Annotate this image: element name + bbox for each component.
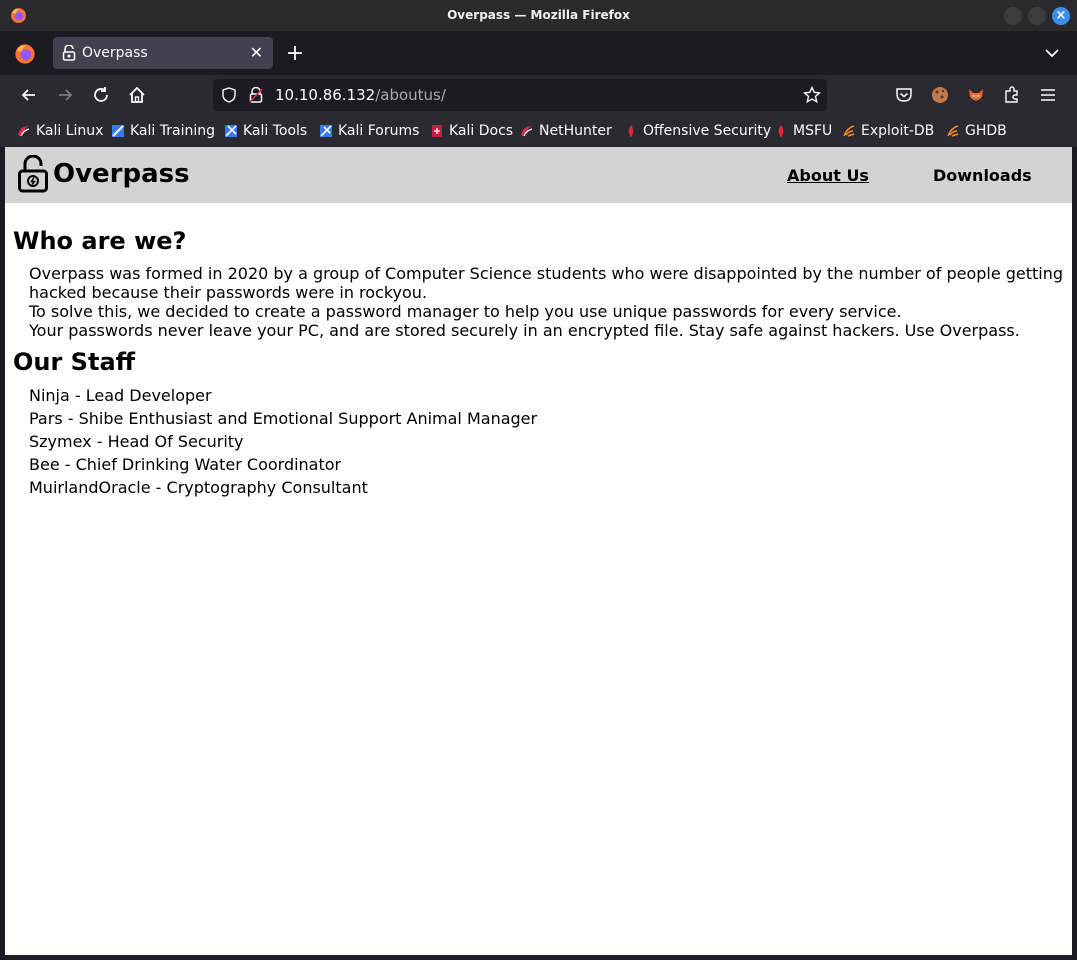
navigation-toolbar: 10.10.86.132/aboutus/	[0, 75, 1077, 115]
bookmark-item[interactable]: NetHunter	[520, 122, 612, 140]
offsec-icon	[774, 124, 788, 138]
foxyproxy-icon[interactable]	[966, 85, 986, 105]
staff-member: MuirlandOracle - Cryptography Consultant	[29, 478, 368, 497]
our-staff-heading: Our Staff	[13, 348, 136, 376]
offsec-icon	[624, 124, 638, 138]
pocket-icon[interactable]	[894, 85, 914, 105]
shield-icon[interactable]	[221, 87, 237, 103]
window-border-bottom	[0, 955, 1077, 960]
forward-arrow-icon[interactable]	[54, 84, 76, 106]
who-are-we-heading: Who are we?	[13, 227, 187, 255]
who-paragraph-2: To solve this, we decided to create a pa…	[29, 302, 902, 321]
window-border-right	[1072, 147, 1077, 960]
bookmark-item[interactable]: Kali Tools	[224, 122, 307, 140]
bookmarks-toolbar: Kali Linux Kali Training Kali Tools Kali Fo…	[0, 115, 1077, 147]
staff-list: Ninja - Lead Developer Pars - Shibe Enth…	[29, 384, 537, 499]
bookmark-item[interactable]: Kali Forums	[319, 122, 419, 140]
who-paragraph-1: Overpass was formed in 2020 by a group o…	[29, 264, 1064, 302]
cookie-editor-icon[interactable]	[930, 85, 950, 105]
padlock-favicon-icon	[62, 45, 76, 61]
close-tab-icon[interactable]: ✕	[250, 43, 263, 62]
bookmark-item[interactable]: Kali Training	[111, 122, 215, 140]
bookmark-label: NetHunter	[539, 123, 612, 139]
bookmark-label: Exploit-DB	[861, 123, 935, 139]
bookmark-label: Kali Forums	[338, 123, 420, 139]
title-bar: Overpass — Mozilla Firefox ×	[0, 0, 1077, 31]
firefox-view-icon[interactable]	[14, 43, 36, 65]
tab-overpass[interactable]: Overpass ✕	[53, 37, 273, 69]
minimize-button[interactable]	[1004, 7, 1022, 25]
site-title: Overpass	[53, 159, 190, 189]
kali-dragon-icon	[17, 124, 31, 138]
window-border-left	[0, 147, 5, 960]
who-paragraph-3: Your passwords never leave your PC, and …	[29, 321, 1020, 340]
new-tab-button[interactable]: +	[285, 41, 305, 66]
bookmark-item[interactable]: Kali Docs	[430, 122, 513, 140]
bookmark-item[interactable]: Exploit-DB	[842, 122, 934, 140]
hamburger-menu-icon[interactable]	[1038, 85, 1058, 105]
bookmark-label: MSFU	[793, 123, 833, 139]
staff-member: Szymex - Head Of Security	[29, 432, 244, 451]
exploitdb-icon	[842, 124, 856, 138]
url-host: 10.10.86.132	[275, 86, 376, 104]
kali-forums-icon	[319, 124, 333, 138]
bookmark-item[interactable]: MSFU	[774, 122, 832, 140]
bookmark-item[interactable]: Kali Linux	[17, 122, 103, 140]
site-header: Overpass About Us Downloads	[5, 147, 1072, 203]
padlock-logo-icon	[18, 155, 48, 193]
close-window-button[interactable]: ×	[1052, 7, 1070, 25]
reload-icon[interactable]	[90, 84, 112, 106]
staff-member: Bee - Chief Drinking Water Coordinator	[29, 455, 342, 474]
tab-strip: Overpass ✕ +	[0, 31, 1077, 75]
kali-tools-icon	[224, 124, 238, 138]
staff-member: Pars - Shibe Enthusiast and Emotional Su…	[29, 409, 538, 428]
staff-member: Ninja - Lead Developer	[29, 386, 212, 405]
browser-window: Overpass — Mozilla Firefox × Overpass ✕ …	[0, 0, 1077, 960]
maximize-button[interactable]	[1028, 7, 1046, 25]
address-bar[interactable]: 10.10.86.132/aboutus/	[213, 79, 827, 111]
bookmark-label: GHDB	[965, 123, 1007, 139]
bookmark-label: Offensive Security	[643, 123, 772, 139]
kali-docs-icon	[430, 124, 444, 138]
tab-label: Overpass	[82, 45, 148, 61]
url-path: /aboutus/	[375, 86, 446, 104]
bookmark-item[interactable]: GHDB	[946, 122, 1007, 140]
about-us-link[interactable]: About Us	[787, 166, 869, 185]
back-arrow-icon[interactable]	[18, 84, 40, 106]
bookmark-star-icon[interactable]	[803, 86, 821, 104]
page-content: Overpass About Us Downloads Who are we? …	[5, 147, 1072, 955]
bookmark-label: Kali Tools	[243, 123, 308, 139]
bookmark-label: Kali Linux	[36, 123, 104, 139]
home-icon[interactable]	[126, 84, 148, 106]
kali-training-icon	[111, 124, 125, 138]
bookmark-item[interactable]: Offensive Security	[624, 122, 771, 140]
exploitdb-icon	[946, 124, 960, 138]
downloads-link[interactable]: Downloads	[933, 166, 1032, 185]
kali-dragon-icon	[520, 124, 534, 138]
insecure-lock-icon[interactable]	[249, 87, 263, 103]
window-title: Overpass — Mozilla Firefox	[447, 8, 630, 22]
chevron-down-icon[interactable]	[1042, 43, 1062, 63]
bookmark-label: Kali Docs	[449, 123, 514, 139]
extensions-puzzle-icon[interactable]	[1002, 85, 1022, 105]
bookmark-label: Kali Training	[130, 123, 215, 139]
url-text[interactable]: 10.10.86.132/aboutus/	[275, 86, 446, 104]
